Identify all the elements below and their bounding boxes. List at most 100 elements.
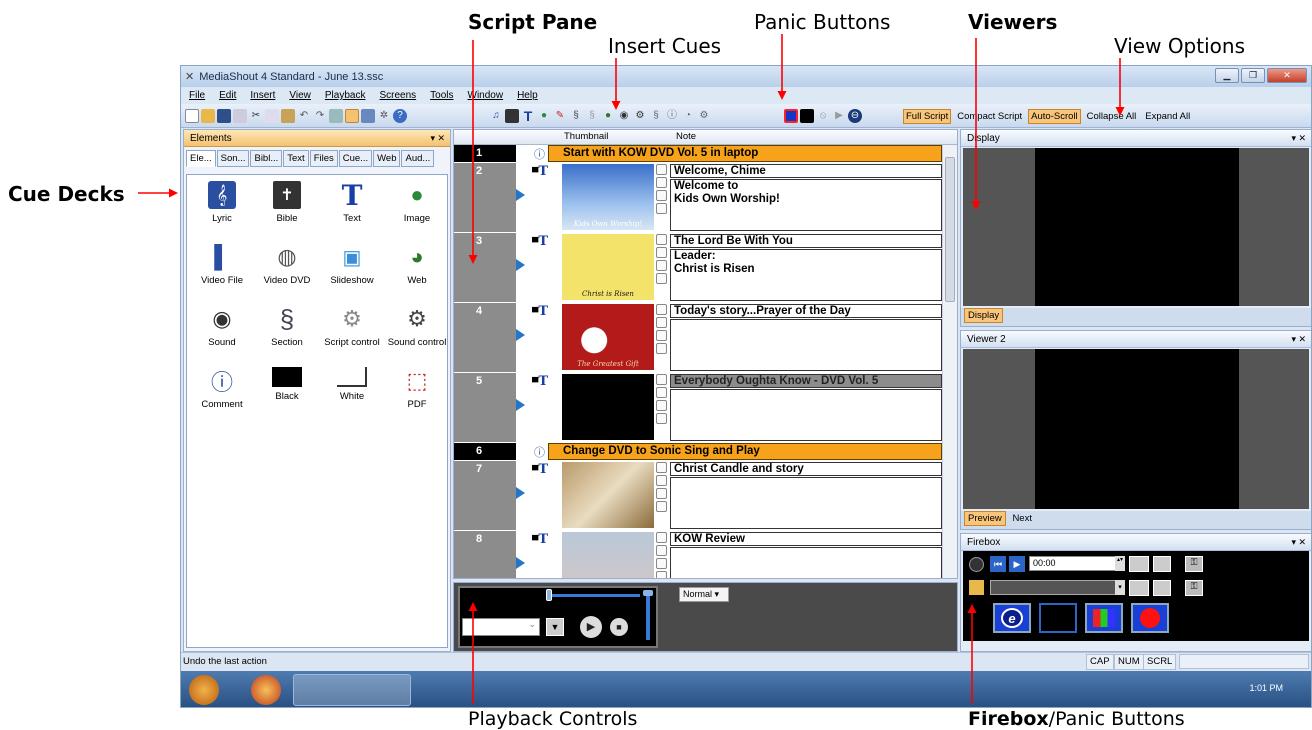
panic-stop-icon[interactable]: ⦸ xyxy=(816,109,830,123)
panic-logo-button[interactable]: e xyxy=(993,603,1031,633)
element-lyric[interactable]: 𝄞 Lyric xyxy=(191,181,253,243)
key-icon-2[interactable]: ⚿ xyxy=(1185,580,1203,596)
element-sound[interactable]: ◉ Sound xyxy=(191,305,253,367)
cue-title[interactable]: KOW Review xyxy=(670,532,942,546)
note-option-icon[interactable] xyxy=(656,304,667,315)
timer-icon[interactable] xyxy=(969,557,984,572)
undo-icon[interactable]: ↶ xyxy=(297,109,311,123)
menu-screens[interactable]: Screens xyxy=(379,90,416,101)
auto-scroll-button[interactable]: Auto-Scroll xyxy=(1028,108,1081,124)
element-video-file[interactable]: ▌ Video File xyxy=(191,243,253,305)
blend-mode-select[interactable]: Normal ▾ xyxy=(679,587,729,602)
script-control-cue-icon[interactable]: § xyxy=(585,109,599,123)
elements-tab-5[interactable]: Cue... xyxy=(338,150,373,167)
elements-tab-7[interactable]: Aud... xyxy=(401,150,435,167)
start-button[interactable] xyxy=(189,675,219,705)
note-option-icon[interactable] xyxy=(656,462,667,473)
script-scrollbar[interactable] xyxy=(942,145,957,578)
cue-play-icon[interactable] xyxy=(516,259,525,271)
expand-all-button[interactable]: Expand All xyxy=(1142,109,1193,124)
cue-note[interactable] xyxy=(670,319,942,371)
panic-bars-button[interactable] xyxy=(1085,603,1123,633)
bible-cue-icon[interactable] xyxy=(505,109,519,123)
lyric-cue-icon[interactable]: ♫ xyxy=(489,109,503,123)
image-cue-icon[interactable]: ● xyxy=(537,109,551,123)
play-button[interactable]: ▶ xyxy=(580,616,602,638)
rewind-button[interactable]: ⏮ xyxy=(990,556,1006,572)
note-option-icon[interactable] xyxy=(656,501,667,512)
cue-play-icon[interactable] xyxy=(516,329,525,341)
cue-title[interactable]: The Lord Be With You xyxy=(670,234,942,248)
collapse-all-button[interactable]: Collapse All xyxy=(1084,109,1140,124)
window-icon[interactable] xyxy=(361,109,375,123)
cue-play-icon[interactable] xyxy=(516,487,525,499)
column-thumbnail[interactable]: Thumbnail xyxy=(564,131,608,142)
scroll-thumb[interactable] xyxy=(945,157,955,302)
cue-header-row[interactable]: 6 ⓘ Change DVD to Sonic Sing and Play xyxy=(454,443,942,460)
note-option-icon[interactable] xyxy=(656,177,667,188)
firebox-select[interactable] xyxy=(990,580,1125,595)
sound-control-cue-icon[interactable]: ⚙ xyxy=(633,109,647,123)
element-bible[interactable]: ✝ Bible xyxy=(256,181,318,243)
viewer-2-pane-controls[interactable]: ▾ ✕ xyxy=(1291,331,1306,348)
note-option-icon[interactable] xyxy=(656,260,667,271)
tab-next[interactable]: Next xyxy=(1008,511,1036,526)
element-white[interactable]: White xyxy=(321,367,383,429)
help-icon[interactable]: ? xyxy=(393,109,407,123)
text-cue-icon[interactable]: T xyxy=(521,109,535,123)
cue-row[interactable]: 5 ▀T Everybody Oughta Know - DVD Vol. 5 xyxy=(454,373,942,442)
cue-title[interactable]: Welcome, Chime xyxy=(670,164,942,178)
elements-tab-2[interactable]: Bibl... xyxy=(250,150,283,167)
note-option-icon[interactable] xyxy=(656,247,667,258)
lock-icon-1[interactable] xyxy=(1153,556,1171,572)
cue-row[interactable]: 2 ▀T Kids Own Worship! Welcome, Chime Welcom… xyxy=(454,163,942,232)
open-icon[interactable] xyxy=(201,109,215,123)
note-option-icon[interactable] xyxy=(656,374,667,385)
element-comment[interactable]: ⓘ Comment xyxy=(191,367,253,429)
tab-preview[interactable]: Preview xyxy=(964,511,1006,526)
cue-row[interactable]: 4 ▀T The Greatest Gift Today's story...Pray… xyxy=(454,303,942,372)
copy-icon[interactable] xyxy=(265,109,279,123)
tab-display[interactable]: Display xyxy=(964,308,1004,323)
note-option-icon[interactable] xyxy=(656,234,667,245)
elements-tab-0[interactable]: Ele... xyxy=(186,150,216,167)
time-stepper[interactable]: ▴▾ xyxy=(1115,556,1125,571)
time-field[interactable]: 00:00 xyxy=(1029,556,1125,571)
new-icon[interactable] xyxy=(185,109,199,123)
cue-header-row[interactable]: 1 ⓘ Start with KOW DVD Vol. 5 in laptop xyxy=(454,145,942,162)
note-icon[interactable] xyxy=(969,580,984,595)
sound-cue-icon[interactable]: ◉ xyxy=(617,109,631,123)
cue-note[interactable]: Welcome to Kids Own Worship! xyxy=(670,179,942,231)
cue-play-icon[interactable] xyxy=(516,189,525,201)
cue-row[interactable]: 3 ▀T Christ is Risen The Lord Be With You Le… xyxy=(454,233,942,302)
note-option-icon[interactable] xyxy=(656,203,667,214)
element-video-dvd[interactable]: ◍ Video DVD xyxy=(256,243,318,305)
firebox-select-arrow[interactable]: ▾ xyxy=(1115,580,1125,595)
menu-insert[interactable]: Insert xyxy=(250,90,275,101)
element-black[interactable]: Black xyxy=(256,367,318,429)
cue-setting-icon[interactable]: ⚙ xyxy=(697,109,711,123)
clip-select[interactable]: ⌄ xyxy=(462,618,540,636)
elements-tab-4[interactable]: Files xyxy=(309,150,338,167)
maximize-button[interactable]: ❐ xyxy=(1241,68,1265,83)
element-sound-control[interactable]: ⚙ Sound control xyxy=(386,305,448,367)
note-option-icon[interactable] xyxy=(656,545,667,556)
panic-play-icon[interactable]: ▶ xyxy=(832,109,846,123)
screen-icon-1[interactable] xyxy=(1129,556,1149,572)
note-option-icon[interactable] xyxy=(656,164,667,175)
menu-help[interactable]: Help xyxy=(517,90,538,101)
menu-playback[interactable]: Playback xyxy=(325,90,366,101)
volume-knob[interactable] xyxy=(643,590,653,596)
cut-icon[interactable]: ✂ xyxy=(249,109,263,123)
cue-note[interactable] xyxy=(670,547,942,578)
tools-icon[interactable]: ✲ xyxy=(377,109,391,123)
note-option-icon[interactable] xyxy=(656,330,667,341)
cue-note[interactable] xyxy=(670,477,942,529)
section-cue-icon[interactable]: § xyxy=(569,109,583,123)
redo-icon[interactable]: ↷ xyxy=(313,109,327,123)
cue-option-icon[interactable]: ◔ xyxy=(681,109,695,123)
pane-close-icon[interactable]: ▾ ✕ xyxy=(430,130,445,147)
screen-icon-2[interactable] xyxy=(1129,580,1149,596)
note-option-icon[interactable] xyxy=(656,475,667,486)
cue-title[interactable]: Today's story...Prayer of the Day xyxy=(670,304,942,318)
